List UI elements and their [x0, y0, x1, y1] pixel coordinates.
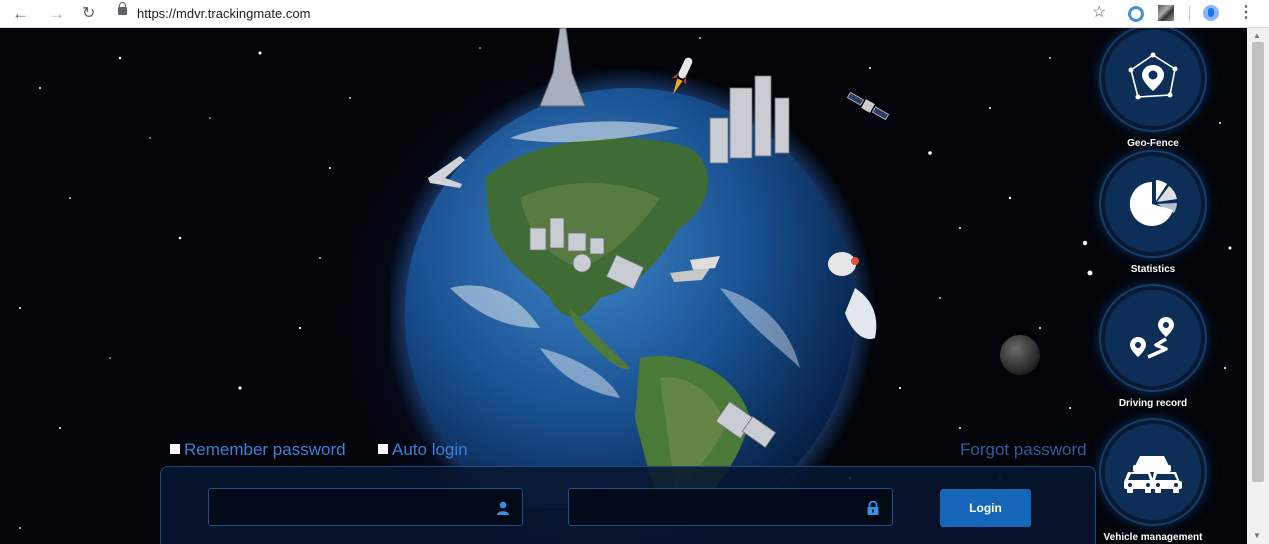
- page-scrollbar[interactable]: ▲ ▼: [1247, 28, 1269, 544]
- user-icon: [497, 501, 509, 515]
- password-input[interactable]: [569, 489, 892, 525]
- remember-password-checkbox[interactable]: Remember password: [170, 440, 346, 460]
- auto-login-box[interactable]: [378, 444, 388, 454]
- login-panel: Login: [160, 466, 1096, 544]
- browser-menu-icon[interactable]: ⋮: [1238, 5, 1254, 21]
- earth-globe-image: [390, 28, 890, 508]
- remember-password-label[interactable]: Remember password: [184, 440, 346, 459]
- auto-login-label[interactable]: Auto login: [392, 440, 468, 459]
- extension-circle-icon[interactable]: [1128, 6, 1144, 22]
- geo-fence-button[interactable]: [1101, 28, 1205, 130]
- geo-fence-label: Geo-Fence: [1127, 138, 1179, 149]
- geofence-pin-icon: [1128, 52, 1178, 100]
- username-input[interactable]: [209, 489, 522, 525]
- toolbar-divider: [1189, 6, 1190, 22]
- login-button[interactable]: Login: [940, 489, 1031, 527]
- pie-chart-icon: [1129, 180, 1177, 226]
- lock-icon: [867, 501, 879, 515]
- feature-vehicle-management[interactable]: Vehicle management: [1093, 420, 1213, 543]
- scrollbar-thumb[interactable]: [1252, 42, 1264, 482]
- cars-icon: [1124, 456, 1182, 493]
- browser-toolbar: ← → ↻ https://mdvr.trackingmate.com ☆ ⋮: [0, 0, 1269, 28]
- bookmark-star-icon[interactable]: ☆: [1092, 5, 1108, 21]
- scroll-up-arrow-icon[interactable]: ▲: [1253, 31, 1261, 40]
- feature-geo-fence[interactable]: Geo-Fence: [1093, 28, 1213, 149]
- forgot-password-link[interactable]: Forgot password: [960, 440, 1087, 460]
- auto-login-checkbox[interactable]: Auto login: [378, 440, 468, 460]
- lock-icon: [118, 2, 127, 15]
- forward-arrow-icon[interactable]: →: [48, 4, 65, 24]
- extension-image-icon[interactable]: [1158, 5, 1174, 21]
- vehicle-management-label: Vehicle management: [1103, 532, 1203, 543]
- feature-statistics[interactable]: Statistics: [1093, 152, 1213, 275]
- remember-password-box[interactable]: [170, 444, 180, 454]
- vehicle-management-button[interactable]: [1101, 420, 1205, 524]
- route-icon: [1130, 317, 1174, 359]
- driving-record-label: Driving record: [1118, 398, 1188, 409]
- back-arrow-icon[interactable]: ←: [12, 4, 29, 24]
- profile-avatar-icon[interactable]: [1203, 5, 1219, 21]
- moon-image: [1000, 335, 1040, 375]
- feature-driving-record[interactable]: Driving record: [1093, 286, 1213, 409]
- address-bar[interactable]: https://mdvr.trackingmate.com: [137, 6, 310, 21]
- reload-icon[interactable]: ↻: [82, 4, 95, 24]
- statistics-label: Statistics: [1130, 264, 1176, 275]
- username-field[interactable]: [208, 488, 523, 526]
- password-field[interactable]: [568, 488, 893, 526]
- scroll-down-arrow-icon[interactable]: ▼: [1253, 531, 1261, 540]
- login-page: Geo-Fence Statistics Driving record Vehi…: [0, 28, 1247, 544]
- statistics-button[interactable]: [1101, 152, 1205, 256]
- driving-record-button[interactable]: [1101, 286, 1205, 390]
